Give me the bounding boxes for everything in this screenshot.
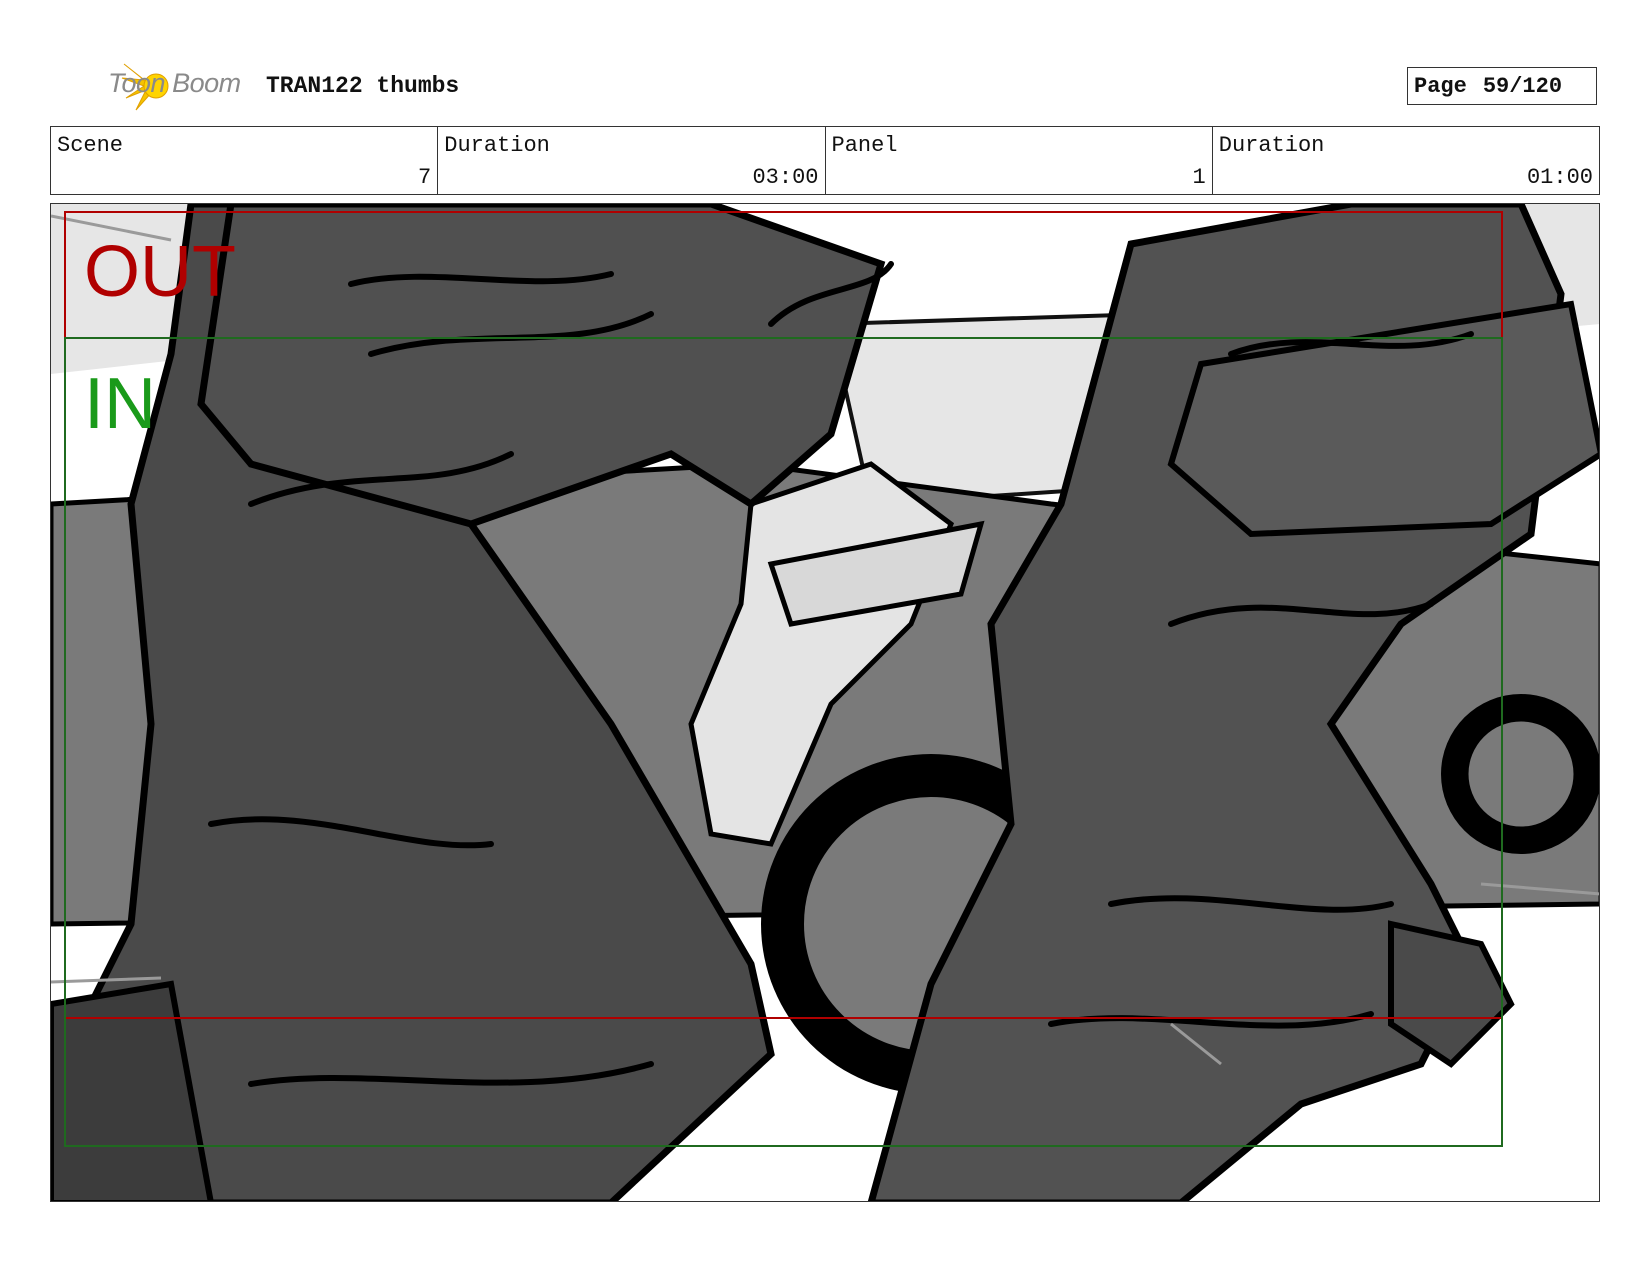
page-number: 59/120 bbox=[1482, 73, 1563, 99]
page-indicator: Page 59/120 bbox=[1407, 67, 1597, 105]
scene-duration-cell: Duration 03:00 bbox=[438, 127, 826, 194]
in-frame-label: IN bbox=[84, 364, 156, 444]
storyboard-panel bbox=[50, 203, 1600, 1202]
scene-duration-label: Duration bbox=[444, 133, 550, 158]
panel-info-row: Scene 7 Duration 03:00 Panel 1 Duration … bbox=[50, 126, 1600, 195]
sketch-drawing bbox=[51, 204, 1599, 1201]
scene-label: Scene bbox=[57, 133, 124, 158]
page-label: Page bbox=[1414, 73, 1467, 99]
document-title: TRAN122 thumbs bbox=[266, 73, 460, 99]
out-frame-label: OUT bbox=[84, 232, 236, 312]
panel-cell: Panel 1 bbox=[826, 127, 1213, 194]
panel-value: 1 bbox=[1192, 165, 1206, 190]
scene-duration-value: 03:00 bbox=[752, 165, 819, 190]
panel-label: Panel bbox=[831, 133, 898, 158]
panel-duration-label: Duration bbox=[1218, 133, 1325, 158]
panel-duration-value: 01:00 bbox=[1526, 165, 1593, 190]
scene-cell: Scene 7 bbox=[51, 127, 439, 194]
scene-value: 7 bbox=[418, 165, 432, 190]
logo-wordmark: Toon Boom bbox=[108, 68, 241, 98]
panel-duration-cell: Duration 01:00 bbox=[1213, 127, 1599, 194]
